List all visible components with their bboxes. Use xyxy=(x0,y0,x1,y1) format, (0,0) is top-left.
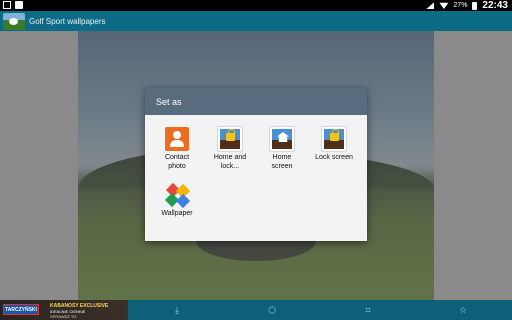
battery-icon xyxy=(472,1,478,10)
lock-screen-icon xyxy=(322,127,346,151)
bottom-bar: TARCZYŃSKI KABANOSY EXCLUSIVE IDEALNIE C… xyxy=(0,300,512,320)
status-bar: 27% 22:43 xyxy=(0,0,512,11)
favorite-icon[interactable]: ☆ xyxy=(456,303,470,317)
option-contact-photo[interactable]: Contact photo xyxy=(147,127,207,171)
option-home-screen[interactable]: Home screen xyxy=(252,127,312,171)
clock: 22:43 xyxy=(482,0,508,11)
option-label: Lock screen xyxy=(315,154,353,161)
share-icon[interactable]: ⬡ xyxy=(265,303,279,317)
wifi-icon xyxy=(439,2,449,9)
ad-cta: SPRAWDŹ TO xyxy=(50,314,77,319)
app-logo-icon[interactable] xyxy=(3,12,25,30)
download-icon[interactable]: ⤓ xyxy=(170,303,184,317)
app-title: Golf Sport wallpapers xyxy=(29,16,106,26)
option-lock-screen[interactable]: Lock screen xyxy=(304,127,364,162)
option-label: Contact photo xyxy=(164,154,190,170)
crop-icon[interactable]: ⌗ xyxy=(361,303,375,317)
screen: 27% 22:43 Golf Sport wallpapers Set as C… xyxy=(0,0,512,320)
option-label: Home and lock... xyxy=(213,154,247,170)
contact-icon xyxy=(165,127,189,151)
battery-percent: 27% xyxy=(453,2,468,9)
home-lock-icon xyxy=(218,127,242,151)
notification-icon xyxy=(3,1,11,9)
option-label: Wallpaper xyxy=(161,210,193,217)
ad-banner[interactable]: TARCZYŃSKI KABANOSY EXCLUSIVE IDEALNIE C… xyxy=(0,300,128,320)
set-as-dialog: Set as Contact photo Home and lock... Ho… xyxy=(145,88,367,241)
ad-logo: TARCZYŃSKI xyxy=(3,304,39,315)
image-icon xyxy=(15,1,23,9)
option-label: Home screen xyxy=(271,154,293,170)
option-wallpaper[interactable]: Wallpaper xyxy=(147,182,207,218)
wallpaper-icon xyxy=(164,182,191,209)
option-home-and-lock[interactable]: Home and lock... xyxy=(200,127,260,171)
mute-icon xyxy=(426,2,435,9)
dialog-title: Set as xyxy=(145,88,367,115)
home-screen-icon xyxy=(270,127,294,151)
action-bar: Golf Sport wallpapers xyxy=(0,11,512,31)
